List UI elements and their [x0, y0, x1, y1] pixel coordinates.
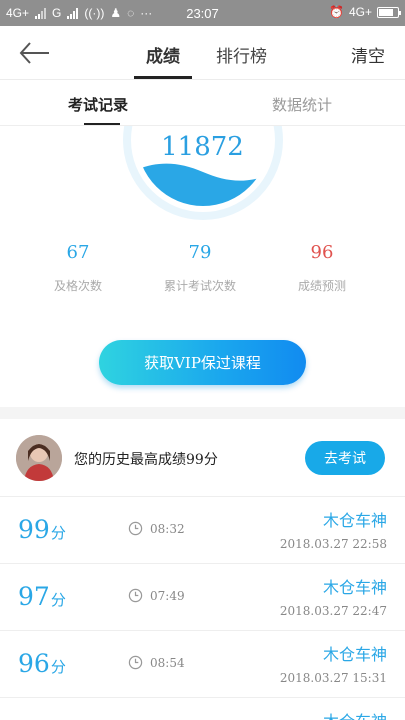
sub-tab-indicator [84, 123, 120, 125]
status-bar: 4G+ G ((·)) ♟ ◌ ··· 23:07 ⏰ 4G+ [0, 0, 405, 26]
list-item[interactable]: 97分 07:49 木仓车神 2018.03.27 22:47 [0, 564, 405, 631]
section-divider [0, 407, 405, 419]
avatar [16, 435, 62, 481]
record-date: 2018.03.27 15:31 [279, 671, 387, 685]
status-right: ⏰ 4G+ [329, 5, 401, 19]
record-user: 木仓车神 [322, 645, 387, 664]
clear-button[interactable]: 清空 [351, 42, 385, 67]
top-nav: 成绩 排行榜 清空 [0, 26, 405, 80]
stat-score-prediction: 96 成绩预测 [262, 242, 382, 294]
stat-label: 累计考试次数 [163, 279, 236, 293]
stat-value: 96 [310, 242, 334, 263]
stat-value: 79 [188, 242, 212, 263]
alarm-icon: ⏰ [329, 5, 344, 19]
history-best-text: 您的历史最高成绩99分 [74, 452, 218, 468]
history-best-row: 您的历史最高成绩99分 去考试 [0, 419, 405, 497]
clock-icon [128, 521, 143, 536]
tab-indicator [134, 76, 192, 79]
stat-total-exams: 79 累计考试次数 [140, 242, 260, 294]
record-score: 99分 [18, 515, 66, 544]
battery-icon [377, 6, 401, 18]
take-exam-button[interactable]: 去考试 [305, 441, 385, 475]
record-duration: 07:49 [150, 589, 185, 603]
back-arrow-icon[interactable] [18, 40, 52, 66]
total-score-value: 11872 [161, 132, 244, 162]
tab-scores[interactable]: 成绩 [146, 42, 180, 67]
clock-icon [128, 588, 143, 603]
sub-tabs: 考试记录 数据统计 [0, 80, 405, 126]
record-user: 木仓车神 [323, 708, 387, 720]
tab-exam-records[interactable]: 考试记录 [68, 94, 128, 115]
record-score: 97分 [18, 582, 66, 611]
stat-label: 及格次数 [53, 279, 102, 293]
list-item[interactable]: 木仓车神 [0, 698, 405, 720]
list-item[interactable]: 96分 08:54 木仓车神 2018.03.27 15:31 [0, 631, 405, 698]
network-label-3: 4G+ [348, 5, 372, 19]
stat-pass-count: 67 及格次数 [18, 242, 138, 294]
tab-data-stats[interactable]: 数据统计 [272, 94, 332, 115]
record-date: 2018.03.27 22:58 [279, 537, 387, 551]
vip-course-button[interactable]: 获取VIP保过课程 [99, 340, 306, 385]
stat-value: 67 [66, 242, 90, 263]
tab-ranking[interactable]: 排行榜 [216, 42, 267, 67]
clock-icon [128, 655, 143, 670]
record-user: 木仓车神 [322, 511, 387, 530]
record-duration: 08:54 [150, 656, 185, 670]
stat-label: 成绩预测 [297, 279, 346, 293]
record-score: 96分 [18, 649, 66, 678]
record-date: 2018.03.27 22:47 [279, 604, 387, 618]
record-duration: 08:32 [150, 522, 185, 536]
list-item[interactable]: 99分 08:32 木仓车神 2018.03.27 22:58 [0, 497, 405, 564]
record-user: 木仓车神 [322, 578, 387, 597]
